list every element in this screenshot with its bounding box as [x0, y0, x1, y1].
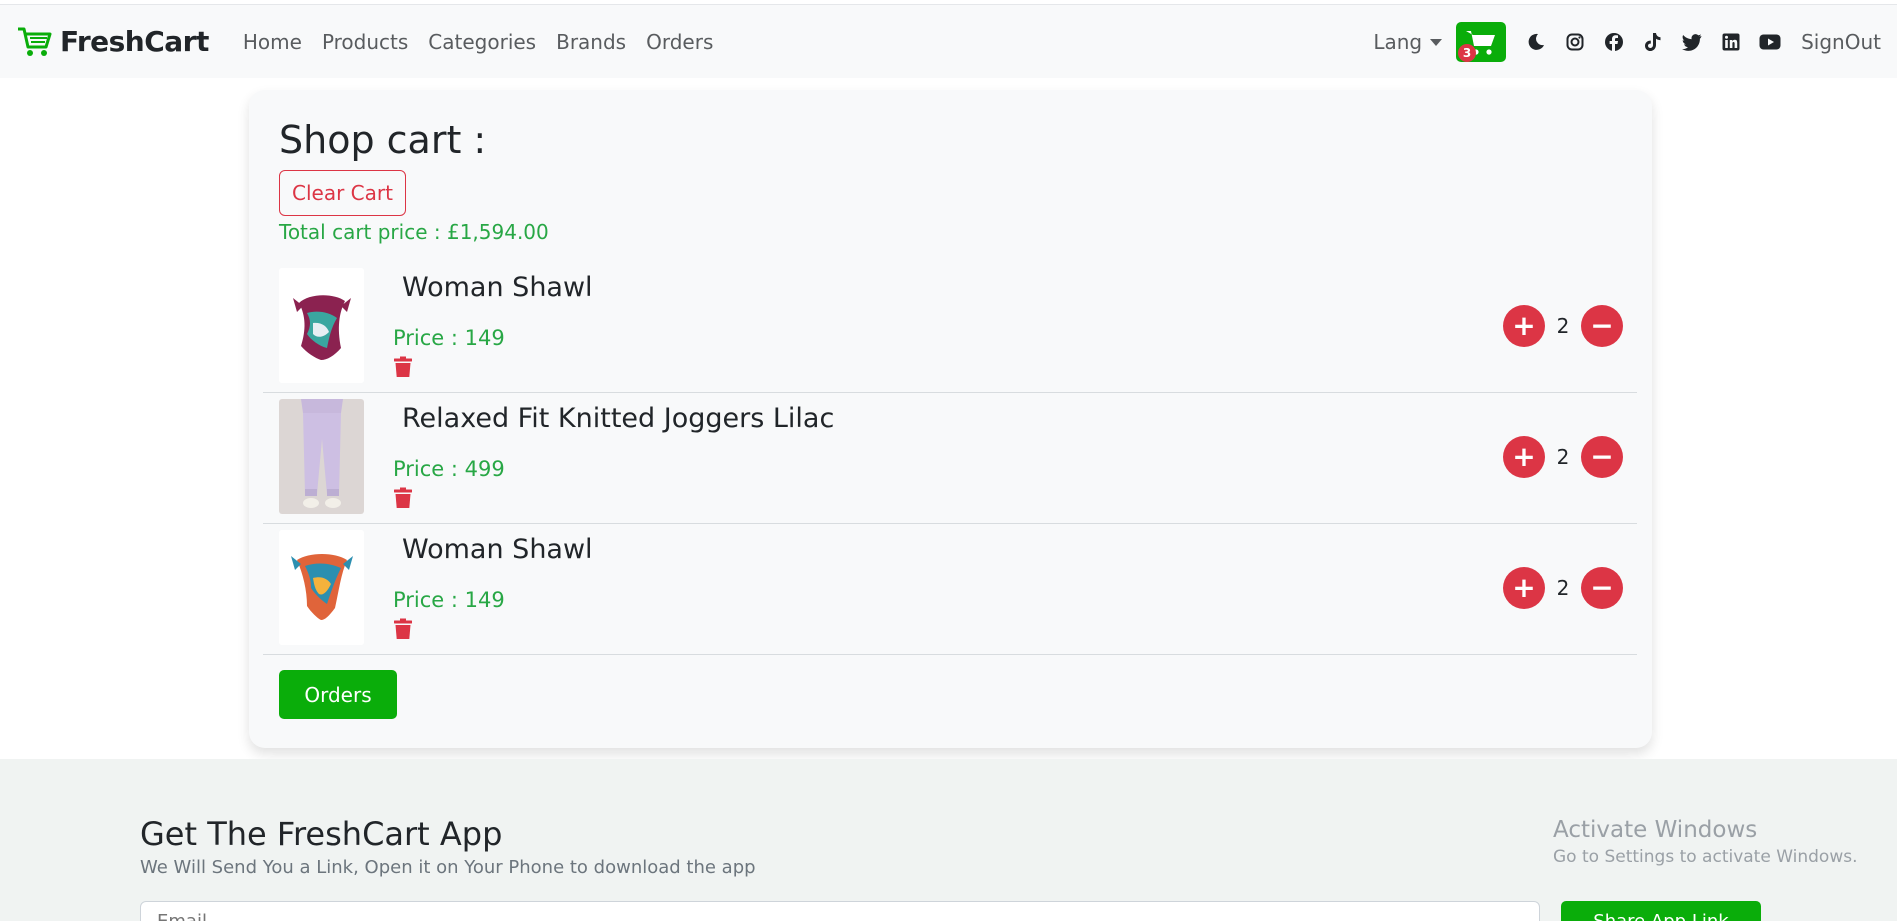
instagram-icon	[1566, 33, 1584, 51]
footer-subtitle: We Will Send You a Link, Open it on Your…	[140, 857, 756, 878]
brand-name: FreshCart	[60, 25, 209, 58]
signout-link[interactable]: SignOut	[1801, 30, 1881, 54]
quantity-value: 2	[1556, 576, 1570, 600]
cart-item: Woman Shawl Price : 149 + 2 −	[263, 262, 1637, 393]
facebook-icon	[1604, 33, 1623, 51]
linkedin-link[interactable]	[1711, 22, 1750, 62]
lang-label: Lang	[1373, 30, 1423, 54]
nav-link-home[interactable]: Home	[233, 30, 312, 54]
quantity-stepper: + 2 −	[1503, 436, 1623, 478]
product-name: Woman Shawl	[402, 272, 593, 303]
lang-dropdown[interactable]: Lang	[1373, 30, 1443, 54]
product-image	[279, 530, 364, 645]
youtube-link[interactable]	[1750, 22, 1789, 62]
activate-windows-watermark: Activate Windows Go to Settings to activ…	[1553, 817, 1858, 867]
tiktok-link[interactable]	[1633, 22, 1672, 62]
minus-icon: −	[1590, 309, 1614, 342]
activate-windows-title: Activate Windows	[1553, 817, 1758, 843]
decrease-quantity-button[interactable]: −	[1581, 436, 1623, 478]
product-name: Woman Shawl	[402, 534, 593, 565]
increase-quantity-button[interactable]: +	[1503, 305, 1545, 347]
increase-quantity-button[interactable]: +	[1503, 567, 1545, 609]
linkedin-icon	[1722, 33, 1740, 51]
quantity-value: 2	[1556, 314, 1570, 338]
trash-icon[interactable]	[393, 356, 413, 378]
tiktok-icon	[1644, 33, 1661, 51]
footer: Get The FreshCart App We Will Send You a…	[0, 759, 1897, 921]
moon-icon	[1528, 33, 1544, 50]
email-input[interactable]	[140, 901, 1540, 921]
decrease-quantity-button[interactable]: −	[1581, 567, 1623, 609]
quantity-stepper: + 2 −	[1503, 305, 1623, 347]
minus-icon: −	[1590, 440, 1614, 473]
activate-windows-subtitle: Go to Settings to activate Windows.	[1553, 847, 1858, 867]
nav-link-products[interactable]: Products	[312, 30, 418, 54]
product-image	[279, 268, 364, 383]
trash-icon[interactable]	[393, 487, 413, 509]
nav-links: Home Products Categories Brands Orders	[233, 30, 724, 54]
cart-item: Relaxed Fit Knitted Joggers Lilac Price …	[263, 393, 1637, 524]
trash-icon[interactable]	[393, 618, 413, 640]
quantity-value: 2	[1556, 445, 1570, 469]
cart-item: Woman Shawl Price : 149 + 2 −	[263, 524, 1637, 655]
increase-quantity-button[interactable]: +	[1503, 436, 1545, 478]
minus-icon: −	[1590, 571, 1614, 604]
instagram-link[interactable]	[1555, 22, 1594, 62]
share-app-link-button[interactable]: Share App Link	[1561, 901, 1761, 921]
product-name: Relaxed Fit Knitted Joggers Lilac	[402, 403, 835, 434]
brand[interactable]: FreshCart	[16, 25, 209, 59]
facebook-link[interactable]	[1594, 22, 1633, 62]
total-cart-price: Total cart price : £1,594.00	[279, 220, 549, 244]
youtube-icon	[1759, 34, 1781, 50]
cart-card: Shop cart : Clear Cart Total cart price …	[249, 90, 1652, 748]
cart-title: Shop cart :	[279, 118, 487, 162]
shawl-image	[279, 268, 364, 383]
orders-button[interactable]: Orders	[279, 670, 397, 719]
cart-count-badge: 3	[1458, 44, 1477, 62]
plus-icon: +	[1512, 571, 1536, 604]
dark-mode-toggle[interactable]	[1516, 22, 1555, 62]
plus-icon: +	[1512, 309, 1536, 342]
product-price: Price : 149	[393, 588, 505, 612]
twitter-link[interactable]	[1672, 22, 1711, 62]
product-price: Price : 499	[393, 457, 505, 481]
decrease-quantity-button[interactable]: −	[1581, 305, 1623, 347]
cart-logo-icon	[18, 27, 52, 56]
clear-cart-button[interactable]: Clear Cart	[279, 170, 406, 216]
nav-link-categories[interactable]: Categories	[418, 30, 546, 54]
joggers-image	[279, 399, 364, 514]
footer-title: Get The FreshCart App	[140, 815, 503, 853]
shawl-image	[279, 530, 364, 645]
cart-button[interactable]: 3	[1456, 22, 1507, 62]
nav-right: Lang 3 SignOut	[1373, 5, 1881, 79]
product-image	[279, 399, 364, 514]
twitter-icon	[1681, 33, 1702, 51]
plus-icon: +	[1512, 440, 1536, 473]
nav-link-brands[interactable]: Brands	[546, 30, 636, 54]
chevron-down-icon	[1430, 38, 1443, 46]
quantity-stepper: + 2 −	[1503, 567, 1623, 609]
product-price: Price : 149	[393, 326, 505, 350]
nav-link-orders[interactable]: Orders	[636, 30, 723, 54]
navbar: FreshCart Home Products Categories Brand…	[0, 4, 1897, 78]
